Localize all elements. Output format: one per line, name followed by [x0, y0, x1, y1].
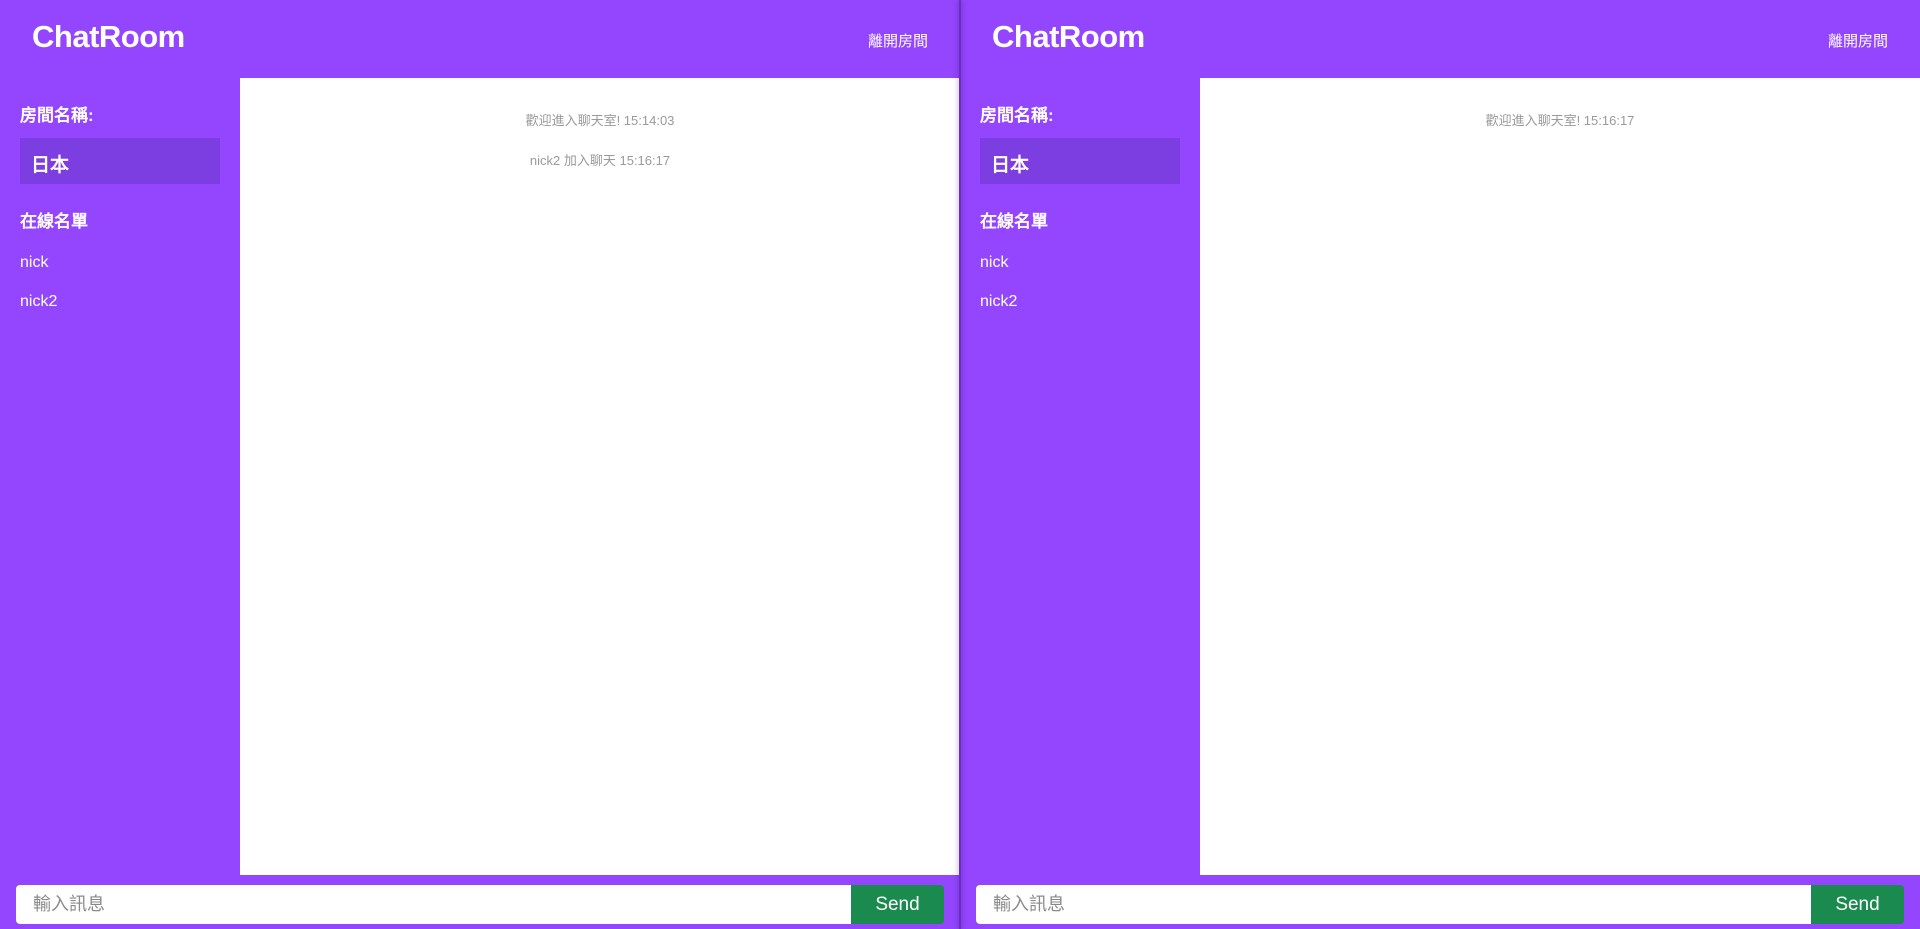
chat-message-area[interactable]: 歡迎進入聊天室! 15:14:03 nick2 加入聊天 15:16:17 — [240, 78, 960, 875]
chat-window-right: ChatRoom 離開房間 房間名稱: 日本 在線名單 nick nick2 歡… — [960, 0, 1920, 929]
message-list: 歡迎進入聊天室! 15:14:03 nick2 加入聊天 15:16:17 — [240, 113, 960, 193]
system-message: 歡迎進入聊天室! 15:16:17 — [1485, 113, 1635, 128]
app-header: ChatRoom 離開房間 — [960, 0, 1920, 78]
online-user-list: nick nick2 — [980, 254, 1017, 332]
window-divider — [959, 0, 961, 929]
online-list-label: 在線名單 — [20, 212, 88, 231]
message-input-bar: Send — [16, 885, 944, 924]
message-list: 歡迎進入聊天室! 15:16:17 — [1200, 113, 1920, 153]
message-input-bar: Send — [976, 885, 1904, 924]
room-name-box: 日本 — [20, 138, 220, 184]
online-user: nick2 — [980, 293, 1018, 310]
online-list-label: 在線名單 — [980, 212, 1048, 231]
sidebar: 房間名稱: 日本 在線名單 nick nick2 — [960, 78, 1200, 874]
room-name-label: 房間名稱: — [980, 106, 1054, 125]
sidebar: 房間名稱: 日本 在線名單 nick nick2 — [0, 78, 240, 874]
room-name-box: 日本 — [980, 138, 1180, 184]
send-button[interactable]: Send — [1811, 885, 1904, 924]
online-user: nick — [20, 254, 49, 271]
chat-window-left: ChatRoom 離開房間 房間名稱: 日本 在線名單 nick nick2 歡… — [0, 0, 960, 929]
room-name: 日本 — [31, 155, 70, 176]
online-user-list: nick nick2 — [20, 254, 57, 332]
room-name-label: 房間名稱: — [20, 106, 94, 125]
system-message: 歡迎進入聊天室! 15:14:03 — [525, 113, 675, 128]
leave-room-button[interactable]: 離開房間 — [868, 30, 928, 51]
message-input[interactable] — [976, 885, 1811, 924]
split-screen: ChatRoom 離開房間 房間名稱: 日本 在線名單 nick nick2 歡… — [0, 0, 1920, 929]
room-name: 日本 — [991, 155, 1030, 176]
app-logo: ChatRoom — [992, 19, 1145, 54]
online-user: nick — [980, 254, 1009, 271]
system-message: nick2 加入聊天 15:16:17 — [529, 153, 671, 168]
message-input[interactable] — [16, 885, 851, 924]
app-header: ChatRoom 離開房間 — [0, 0, 960, 78]
online-user: nick2 — [20, 293, 58, 310]
send-button[interactable]: Send — [851, 885, 944, 924]
chat-message-area[interactable]: 歡迎進入聊天室! 15:16:17 — [1200, 78, 1920, 875]
leave-room-button[interactable]: 離開房間 — [1828, 30, 1888, 51]
app-logo: ChatRoom — [32, 19, 185, 54]
